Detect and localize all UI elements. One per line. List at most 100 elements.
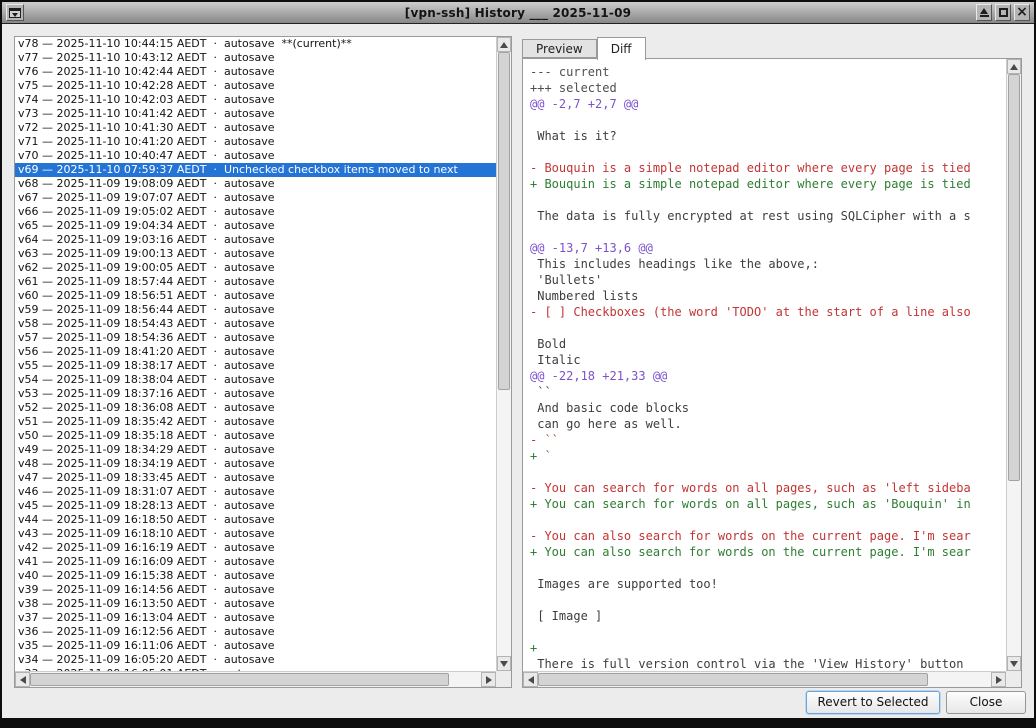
list-item[interactable]: v76 — 2025-11-10 10:42:44 AEDT · autosav… — [15, 65, 496, 79]
list-item[interactable]: v67 — 2025-11-09 19:07:07 AEDT · autosav… — [15, 191, 496, 205]
scrollbar-trough[interactable] — [538, 672, 991, 687]
diff-line — [530, 464, 1006, 480]
diff-line — [530, 320, 1006, 336]
maximize-button[interactable] — [995, 4, 1011, 21]
list-item[interactable]: v59 — 2025-11-09 18:56:44 AEDT · autosav… — [15, 303, 496, 317]
diff-line: Bold — [530, 336, 1006, 352]
diff-line: @@ -22,18 +21,33 @@ — [530, 368, 1006, 384]
list-item[interactable]: v65 — 2025-11-09 19:04:34 AEDT · autosav… — [15, 219, 496, 233]
list-item[interactable]: v46 — 2025-11-09 18:31:07 AEDT · autosav… — [15, 485, 496, 499]
list-item[interactable]: v57 — 2025-11-09 18:54:36 AEDT · autosav… — [15, 331, 496, 345]
scroll-left-button[interactable] — [523, 672, 538, 687]
diff-line — [530, 512, 1006, 528]
history-window: [vpn-ssh] History ___ 2025-11-09 × v78 —… — [0, 0, 1036, 728]
list-item[interactable]: v51 — 2025-11-09 18:35:42 AEDT · autosav… — [15, 415, 496, 429]
diff-line — [530, 192, 1006, 208]
scroll-right-button[interactable] — [991, 672, 1006, 687]
scrollbar-trough[interactable] — [1007, 74, 1021, 656]
list-item[interactable]: v36 — 2025-11-09 16:12:56 AEDT · autosav… — [15, 625, 496, 639]
list-item[interactable]: v49 — 2025-11-09 18:34:29 AEDT · autosav… — [15, 443, 496, 457]
diff-line: + ` — [530, 448, 1006, 464]
list-item[interactable]: v42 — 2025-11-09 16:16:19 AEDT · autosav… — [15, 541, 496, 555]
list-item[interactable]: v68 — 2025-11-09 19:08:09 AEDT · autosav… — [15, 177, 496, 191]
diff-line: - You can search for words on all pages,… — [530, 480, 1006, 496]
list-item[interactable]: v38 — 2025-11-09 16:13:50 AEDT · autosav… — [15, 597, 496, 611]
shade-button[interactable] — [976, 4, 992, 21]
close-button[interactable]: Close — [946, 691, 1026, 714]
list-item-selected[interactable]: v69 — 2025-11-10 07:59:37 AEDT · Uncheck… — [15, 163, 496, 177]
list-item[interactable]: v55 — 2025-11-09 18:38:17 AEDT · autosav… — [15, 359, 496, 373]
list-item[interactable]: v72 — 2025-11-10 10:41:30 AEDT · autosav… — [15, 121, 496, 135]
scroll-up-button[interactable] — [1007, 59, 1021, 74]
list-item[interactable]: v54 — 2025-11-09 18:38:04 AEDT · autosav… — [15, 373, 496, 387]
scroll-down-button[interactable] — [497, 656, 511, 671]
list-item[interactable]: v56 — 2025-11-09 18:41:20 AEDT · autosav… — [15, 345, 496, 359]
window-title: [vpn-ssh] History ___ 2025-11-09 — [2, 6, 1034, 20]
scrollbar-thumb[interactable] — [30, 673, 449, 686]
list-item[interactable]: v60 — 2025-11-09 18:56:51 AEDT · autosav… — [15, 289, 496, 303]
scroll-up-button[interactable] — [497, 37, 511, 52]
list-item[interactable]: v75 — 2025-11-10 10:42:28 AEDT · autosav… — [15, 79, 496, 93]
scrollbar-trough[interactable] — [30, 672, 481, 687]
list-item[interactable]: v62 — 2025-11-09 19:00:05 AEDT · autosav… — [15, 261, 496, 275]
diff-horizontal-scrollbar[interactable] — [523, 671, 1006, 687]
scrollbar-corner — [1006, 671, 1021, 687]
list-item[interactable]: v53 — 2025-11-09 18:37:16 AEDT · autosav… — [15, 387, 496, 401]
list-item[interactable]: v78 — 2025-11-10 10:44:15 AEDT · autosav… — [15, 37, 496, 51]
diff-line — [530, 224, 1006, 240]
list-item[interactable]: v34 — 2025-11-09 16:05:20 AEDT · autosav… — [15, 653, 496, 667]
tab-preview[interactable]: Preview — [522, 39, 597, 58]
close-icon: × — [1016, 6, 1028, 19]
diff-vertical-scrollbar[interactable] — [1006, 59, 1021, 671]
scrollbar-thumb[interactable] — [498, 52, 510, 390]
list-item[interactable]: v47 — 2025-11-09 18:33:45 AEDT · autosav… — [15, 471, 496, 485]
history-list[interactable]: v78 — 2025-11-10 10:44:15 AEDT · autosav… — [15, 37, 496, 671]
list-item[interactable]: v66 — 2025-11-09 19:05:02 AEDT · autosav… — [15, 205, 496, 219]
scrollbar-thumb[interactable] — [538, 673, 928, 686]
list-item[interactable]: v77 — 2025-11-10 10:43:12 AEDT · autosav… — [15, 51, 496, 65]
revert-to-selected-button[interactable]: Revert to Selected — [806, 691, 940, 714]
diff-line: + — [530, 640, 1006, 656]
history-vertical-scrollbar[interactable] — [496, 37, 511, 671]
list-item[interactable]: v74 — 2025-11-10 10:42:03 AEDT · autosav… — [15, 93, 496, 107]
diff-line: What is it? — [530, 128, 1006, 144]
list-item[interactable]: v71 — 2025-11-10 10:41:20 AEDT · autosav… — [15, 135, 496, 149]
maximize-icon — [999, 8, 1008, 17]
diff-line: +++ selected — [530, 80, 1006, 96]
list-item[interactable]: v39 — 2025-11-09 16:14:56 AEDT · autosav… — [15, 583, 496, 597]
list-item[interactable]: v50 — 2025-11-09 18:35:18 AEDT · autosav… — [15, 429, 496, 443]
arrow-down-icon — [1010, 661, 1018, 667]
list-item[interactable]: v35 — 2025-11-09 16:11:06 AEDT · autosav… — [15, 639, 496, 653]
close-window-button[interactable]: × — [1014, 4, 1030, 21]
list-item[interactable]: v45 — 2025-11-09 18:28:13 AEDT · autosav… — [15, 499, 496, 513]
list-item[interactable]: v63 — 2025-11-09 19:00:13 AEDT · autosav… — [15, 247, 496, 261]
shade-icon — [980, 8, 989, 17]
diff-line: Numbered lists — [530, 288, 1006, 304]
list-item[interactable]: v64 — 2025-11-09 19:03:16 AEDT · autosav… — [15, 233, 496, 247]
list-item[interactable]: v58 — 2025-11-09 18:54:43 AEDT · autosav… — [15, 317, 496, 331]
scrollbar-trough[interactable] — [497, 52, 511, 656]
list-item[interactable]: v52 — 2025-11-09 18:36:08 AEDT · autosav… — [15, 401, 496, 415]
list-item[interactable]: v61 — 2025-11-09 18:57:44 AEDT · autosav… — [15, 275, 496, 289]
list-item[interactable]: v44 — 2025-11-09 16:18:50 AEDT · autosav… — [15, 513, 496, 527]
diff-line: Images are supported too! — [530, 576, 1006, 592]
list-item[interactable]: v70 — 2025-11-10 10:40:47 AEDT · autosav… — [15, 149, 496, 163]
list-item[interactable]: v40 — 2025-11-09 16:15:38 AEDT · autosav… — [15, 569, 496, 583]
scroll-right-button[interactable] — [481, 672, 496, 687]
tab-diff[interactable]: Diff — [597, 37, 646, 60]
arrow-left-icon — [528, 676, 534, 684]
list-item[interactable]: v43 — 2025-11-09 16:18:10 AEDT · autosav… — [15, 527, 496, 541]
history-horizontal-scrollbar[interactable] — [15, 671, 496, 687]
arrow-up-icon — [1010, 64, 1018, 70]
diff-line: - Bouquin is a simple notepad editor whe… — [530, 160, 1006, 176]
scrollbar-thumb[interactable] — [1008, 74, 1020, 481]
diff-line: Italic — [530, 352, 1006, 368]
list-item[interactable]: v73 — 2025-11-10 10:41:42 AEDT · autosav… — [15, 107, 496, 121]
diff-line: - [ ] Checkboxes (the word 'TODO' at the… — [530, 304, 1006, 320]
scroll-left-button[interactable] — [15, 672, 30, 687]
list-item[interactable]: v41 — 2025-11-09 16:16:09 AEDT · autosav… — [15, 555, 496, 569]
diff-text: --- current+++ selected@@ -2,7 +2,7 @@ W… — [523, 59, 1006, 671]
list-item[interactable]: v48 — 2025-11-09 18:34:19 AEDT · autosav… — [15, 457, 496, 471]
list-item[interactable]: v37 — 2025-11-09 16:13:04 AEDT · autosav… — [15, 611, 496, 625]
scroll-down-button[interactable] — [1007, 656, 1021, 671]
